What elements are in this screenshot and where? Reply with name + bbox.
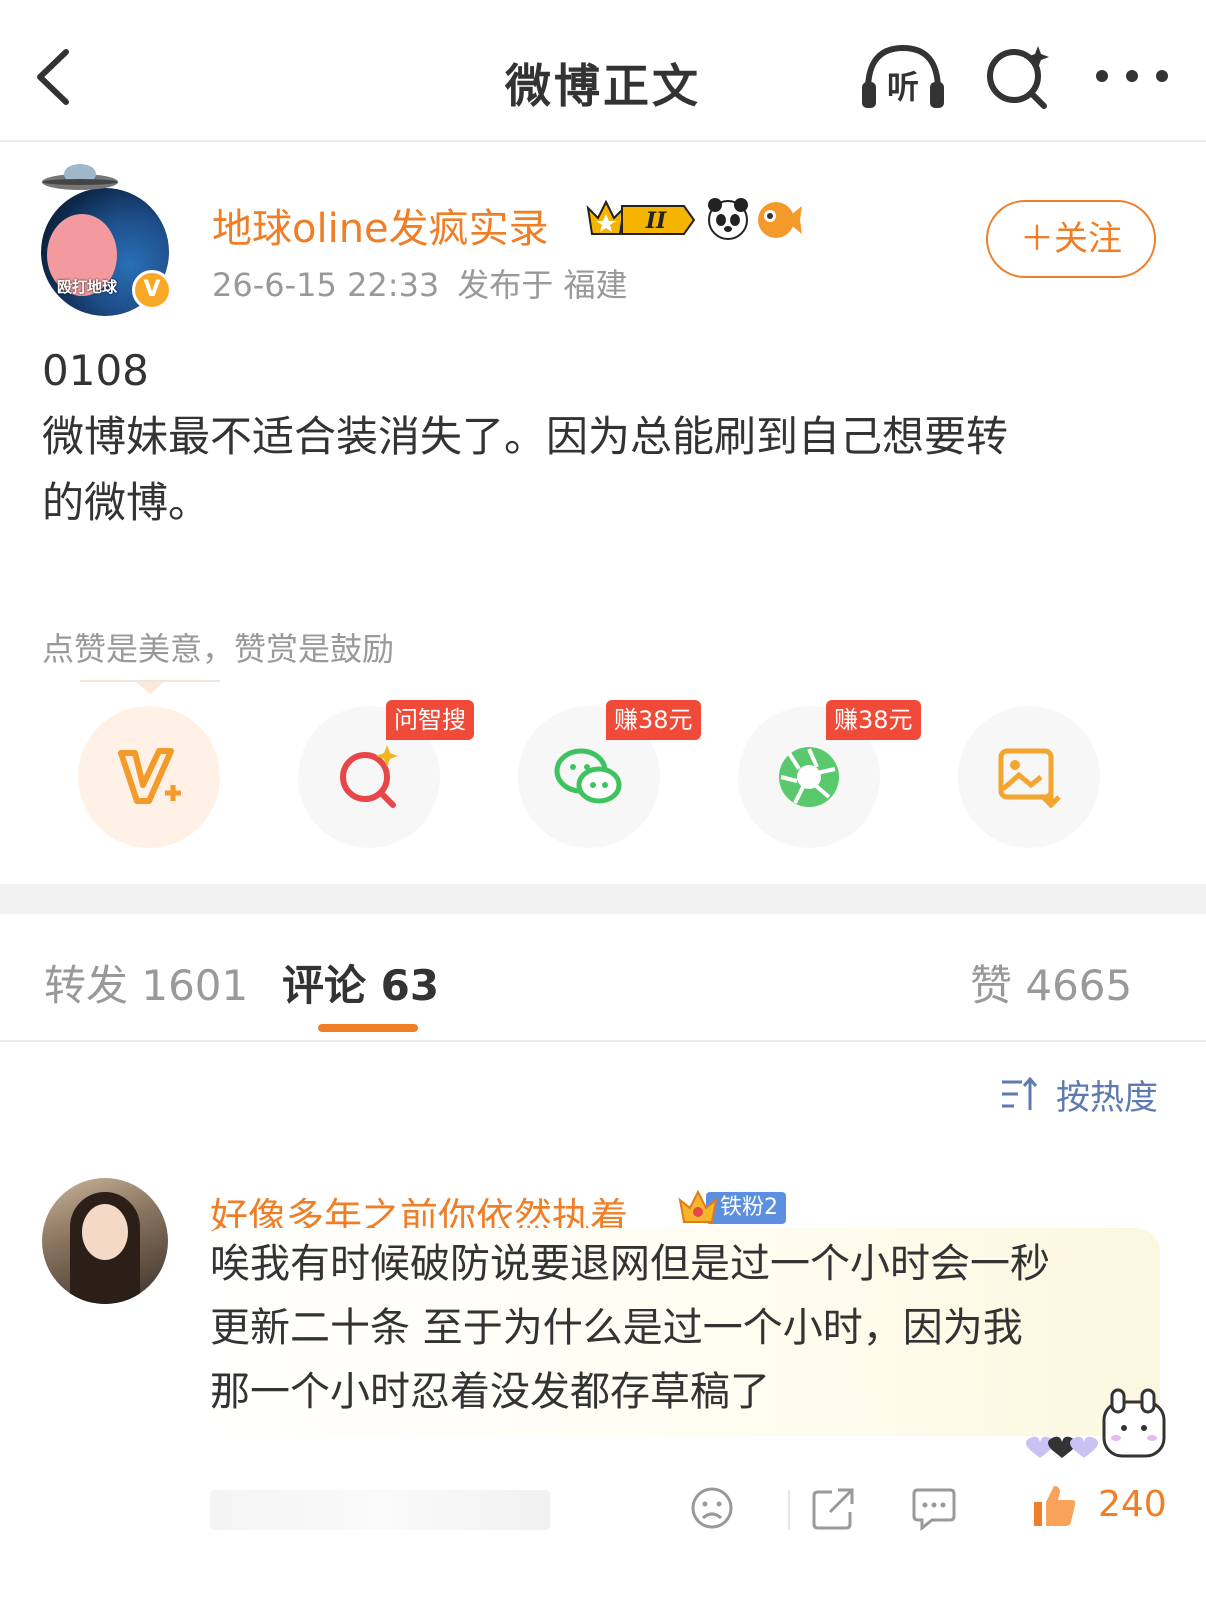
share-comment-button[interactable] bbox=[810, 1484, 858, 1532]
sort-label: 按热度 bbox=[1056, 1078, 1158, 1118]
smart-search-icon bbox=[340, 745, 398, 808]
sort-icon bbox=[1002, 1076, 1038, 1110]
post-meta: 26-6-15 22:33 发布于 福建 bbox=[212, 260, 627, 306]
panda-icon bbox=[708, 198, 748, 240]
share-actions: 问智搜 赚38元 赚38元 bbox=[0, 700, 1206, 856]
vip-plus-icon bbox=[118, 748, 181, 804]
search-icon bbox=[987, 46, 1049, 109]
action-separator bbox=[788, 1490, 790, 1530]
share-tag: 赚38元 bbox=[606, 700, 701, 740]
post-content: 0108 微博妹最不适合装消失了。因为总能刷到自己想要转 的微博。 bbox=[42, 338, 1162, 536]
listen-label: 听 bbox=[887, 68, 919, 106]
more-options-button[interactable] bbox=[1092, 56, 1172, 96]
comment-line: 唉我有时候破防说要退网但是过一个小时会一秒 bbox=[210, 1241, 1050, 1287]
author-header: 殴打地球 V 地球oline发疯实录 II 26-6-15 22:33 发布于 福… bbox=[36, 160, 1176, 320]
member-level: II bbox=[645, 208, 667, 234]
save-image-button[interactable] bbox=[958, 706, 1100, 848]
post-line: 的微博。 bbox=[42, 478, 211, 527]
comment-text: 唉我有时候破防说要退网但是过一个小时会一秒 更新二十条 至于为什么是过一个小时，… bbox=[210, 1232, 1150, 1424]
comment-item: 好像多年之前你依然执着 铁粉2 唉我有时候破防说要退网但是过一个小时会一秒 更新… bbox=[0, 1160, 1206, 1600]
top-bar: 微博正文 听 bbox=[0, 0, 1206, 142]
member-crown-icon bbox=[586, 199, 626, 235]
post-line: 微博妹最不适合装消失了。因为总能刷到自己想要转 bbox=[42, 412, 1009, 461]
headphones-icon: 听 bbox=[862, 44, 944, 108]
verified-badge: V bbox=[132, 270, 172, 310]
interaction-tabs: 转发 1601 评论 63 赞 4665 bbox=[0, 914, 1206, 1042]
author-name[interactable]: 地球oline发疯实录 bbox=[212, 196, 549, 254]
pufferfish-icon bbox=[758, 202, 802, 238]
member-badges: II bbox=[586, 198, 802, 240]
commenter-avatar[interactable] bbox=[42, 1178, 168, 1304]
comment-bubble-icon bbox=[912, 1488, 956, 1532]
post-line: 0108 bbox=[42, 346, 149, 395]
reward-tip: 点赞是美意，赞赏是鼓励 bbox=[42, 630, 395, 668]
blurred-content bbox=[210, 1490, 550, 1530]
fan-crown-icon bbox=[678, 1189, 718, 1223]
tab-like[interactable]: 赞 4665 bbox=[970, 952, 1132, 1013]
share-tag: 问智搜 bbox=[386, 700, 474, 740]
comment-actions: 240 bbox=[0, 1470, 1206, 1550]
bunny-decoration-icon bbox=[1026, 1388, 1166, 1458]
comment-line: 那一个小时忍着没发都存草稿了 bbox=[210, 1369, 770, 1415]
tip-arrow bbox=[80, 680, 220, 694]
listen-button[interactable]: 听 bbox=[858, 40, 948, 114]
reward-vip-button[interactable] bbox=[78, 706, 220, 848]
moments-icon bbox=[779, 747, 839, 807]
ufo-pendant-icon bbox=[42, 164, 118, 190]
tab-comment[interactable]: 评论 63 bbox=[282, 952, 439, 1013]
search-button[interactable] bbox=[980, 40, 1060, 114]
post-location: 发布于 福建 bbox=[457, 266, 628, 304]
tab-repost[interactable]: 转发 1601 bbox=[44, 952, 248, 1013]
reply-button[interactable] bbox=[910, 1484, 958, 1532]
follow-button[interactable]: ＋关注 bbox=[986, 200, 1156, 278]
save-image-icon bbox=[998, 748, 1061, 809]
post-time: 26-6-15 22:33 bbox=[212, 266, 440, 304]
comment-like-count: 240 bbox=[1098, 1484, 1167, 1525]
share-tag: 赚38元 bbox=[826, 700, 921, 740]
comment-line: 更新二十条 至于为什么是过一个小时，因为我 bbox=[210, 1305, 1023, 1351]
more-dots-icon bbox=[1096, 70, 1168, 82]
share-icon bbox=[812, 1488, 854, 1530]
avatar-caption: 殴打地球 bbox=[57, 278, 118, 296]
reaction-button[interactable] bbox=[688, 1484, 736, 1532]
wechat-icon bbox=[554, 748, 622, 804]
active-tab-indicator bbox=[318, 1024, 418, 1032]
sad-face-icon bbox=[691, 1487, 733, 1529]
section-divider bbox=[0, 884, 1206, 914]
thumbs-up-icon bbox=[1034, 1486, 1076, 1526]
